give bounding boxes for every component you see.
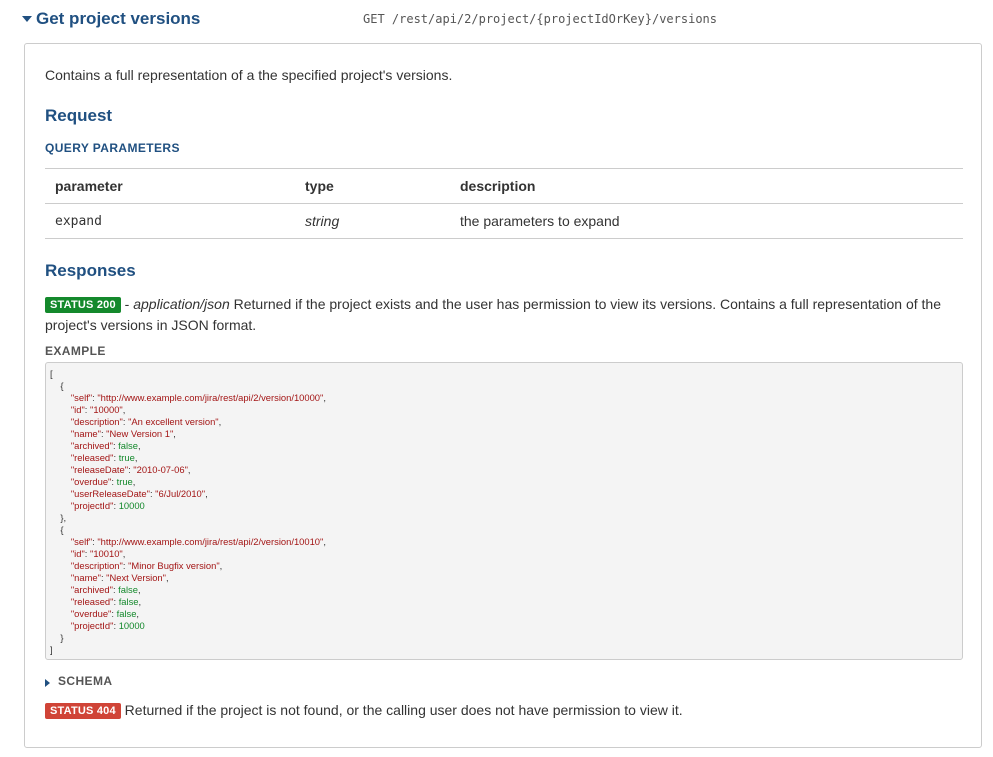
responses-heading: Responses xyxy=(45,261,136,280)
method-path: GET /rest/api/2/project/{projectIdOrKey}… xyxy=(363,12,718,26)
query-parameters-table: parameter type description expand string… xyxy=(45,168,963,239)
status-200-response: STATUS 200 - application/json Returned i… xyxy=(45,296,942,333)
column-header-parameter: parameter xyxy=(45,168,295,204)
param-name: expand xyxy=(45,203,295,239)
status-404-badge: STATUS 404 xyxy=(45,703,121,719)
schema-label: SCHEMA xyxy=(58,674,113,688)
column-header-type: type xyxy=(295,168,450,204)
method-details-panel: Contains a full representation of a the … xyxy=(24,43,982,748)
method-title[interactable]: Get project versions xyxy=(36,9,200,29)
query-parameters-heading: QUERY PARAMETERS xyxy=(45,141,180,155)
example-json: [ { "self": "http://www.example.com/jira… xyxy=(50,368,326,655)
method-description: Contains a full representation of a the … xyxy=(45,67,453,83)
example-heading: EXAMPLE xyxy=(45,344,106,358)
status-404-response: STATUS 404 Returned if the project is no… xyxy=(45,702,683,719)
status-404-description: Returned if the project is not found, or… xyxy=(124,702,683,718)
collapse-triangle-icon[interactable] xyxy=(22,16,32,22)
method-header: Get project versions GET /rest/api/2/pro… xyxy=(22,9,972,33)
status-200-badge: STATUS 200 xyxy=(45,297,121,313)
request-heading: Request xyxy=(45,106,113,125)
expand-triangle-icon xyxy=(45,679,50,687)
table-row: expand string the parameters to expand xyxy=(45,203,963,239)
table-header-row: parameter type description xyxy=(45,168,963,204)
param-type: string xyxy=(295,203,450,239)
example-code-block: [ { "self": "http://www.example.com/jira… xyxy=(45,362,963,660)
param-description: the parameters to expand xyxy=(450,203,963,239)
column-header-description: description xyxy=(450,168,963,204)
content-type: application/json xyxy=(133,296,230,312)
